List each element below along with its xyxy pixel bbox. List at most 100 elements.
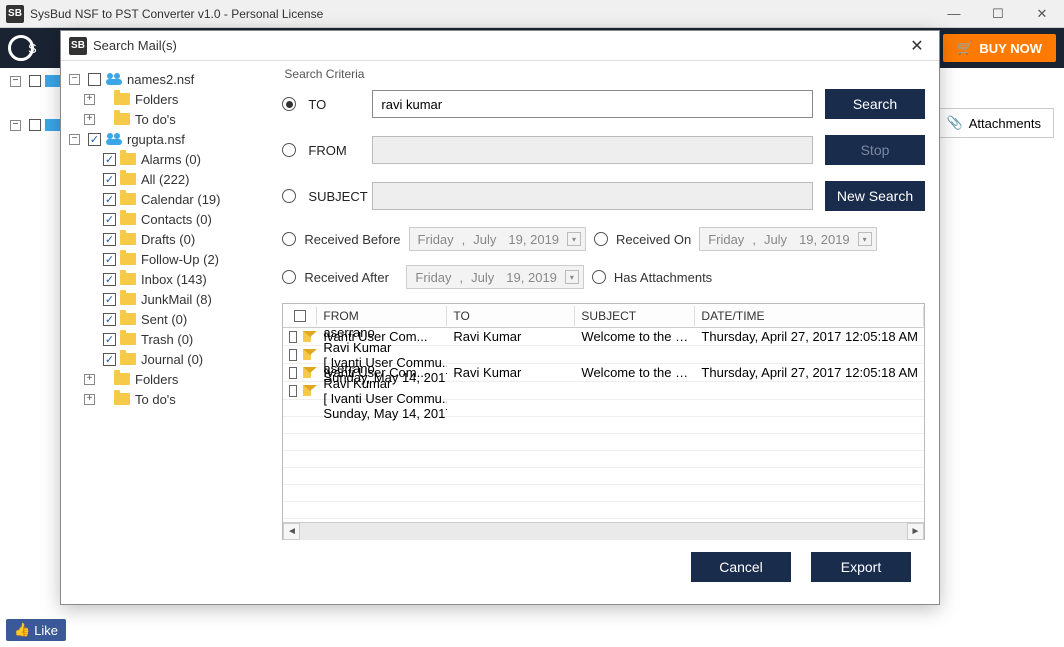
- results-rows[interactable]: Ivanti User Com...Ravi KumarWelcome to t…: [283, 328, 924, 522]
- export-button[interactable]: Export: [811, 552, 911, 582]
- expand-toggle[interactable]: +: [84, 94, 95, 105]
- received-on-radio[interactable]: [594, 232, 608, 246]
- search-button[interactable]: Search: [825, 89, 925, 119]
- subject-radio[interactable]: [282, 189, 296, 203]
- cart-icon: 🛒: [957, 40, 973, 56]
- tree-node-rgupta[interactable]: − ✓ rgupta.nsf: [69, 129, 264, 149]
- subject-input[interactable]: [372, 182, 813, 210]
- tree-checkbox[interactable]: [88, 73, 101, 86]
- stop-button[interactable]: Stop: [825, 135, 925, 165]
- tree-node[interactable]: ✓ Journal (0): [69, 349, 264, 369]
- cell-from: aserranoRavi Kumar[ Ivanti User Commu...…: [317, 361, 447, 421]
- tree-label: JunkMail (8): [141, 292, 212, 307]
- tree-checkbox[interactable]: ✓: [103, 273, 116, 286]
- tree-label: Folders: [135, 92, 178, 107]
- tree-node[interactable]: ✓ JunkMail (8): [69, 289, 264, 309]
- to-label: TO: [308, 97, 360, 112]
- col-subject[interactable]: SUBJECT: [575, 306, 695, 326]
- chevron-down-icon[interactable]: ▾: [565, 270, 579, 284]
- folder-icon: [114, 113, 130, 125]
- chevron-down-icon[interactable]: ▾: [567, 232, 581, 246]
- tree-label: Calendar (19): [141, 192, 221, 207]
- tree-checkbox[interactable]: ✓: [103, 353, 116, 366]
- folder-icon: [120, 193, 136, 205]
- tree-node-names2[interactable]: − names2.nsf: [69, 69, 264, 89]
- table-row[interactable]: aserranoRavi Kumar[ Ivanti User Commu...…: [283, 382, 924, 400]
- row-checkbox[interactable]: [289, 367, 297, 379]
- tree-checkbox[interactable]: ✓: [103, 293, 116, 306]
- tree-checkbox[interactable]: ✓: [103, 153, 116, 166]
- facebook-like-button[interactable]: 👍 Like: [6, 619, 66, 641]
- from-input[interactable]: [372, 136, 813, 164]
- tree-node[interactable]: ✓Drafts (0): [69, 229, 264, 249]
- tree-checkbox[interactable]: ✓: [103, 193, 116, 206]
- tree-checkbox[interactable]: ✓: [103, 233, 116, 246]
- horizontal-scrollbar[interactable]: ◄ ►: [283, 522, 924, 539]
- attachments-label: Attachments: [969, 116, 1041, 131]
- maximize-button[interactable]: ☐: [976, 0, 1020, 28]
- results-table: FROM TO SUBJECT DATE/TIME Ivanti User Co…: [282, 303, 925, 540]
- col-from[interactable]: FROM: [317, 306, 447, 326]
- people-icon: [105, 72, 123, 86]
- expand-toggle[interactable]: +: [84, 394, 95, 405]
- tree-checkbox[interactable]: ✓: [103, 253, 116, 266]
- tree-checkbox[interactable]: ✓: [103, 313, 116, 326]
- expand-toggle[interactable]: −: [69, 134, 80, 145]
- dialog-close-button[interactable]: ✕: [903, 32, 931, 60]
- tree-checkbox[interactable]: ✓: [103, 333, 116, 346]
- col-to[interactable]: TO: [447, 306, 575, 326]
- row-checkbox[interactable]: [289, 385, 297, 397]
- expand-toggle[interactable]: +: [84, 374, 95, 385]
- row-checkbox[interactable]: [289, 331, 297, 343]
- mail-icon: [303, 349, 311, 360]
- received-after-date[interactable]: Friday, July 19, 2019 ▾: [406, 265, 583, 289]
- to-input[interactable]: [372, 90, 813, 118]
- tree-node[interactable]: ✓ Calendar (19): [69, 189, 264, 209]
- minimize-button[interactable]: —: [932, 0, 976, 28]
- row-checkbox[interactable]: [289, 349, 297, 361]
- received-before-date[interactable]: Friday, July 19, 2019 ▾: [409, 227, 586, 251]
- tree-node[interactable]: +To do's: [69, 389, 264, 409]
- expand-toggle[interactable]: −: [69, 74, 80, 85]
- tree-node[interactable]: +To do's: [69, 109, 264, 129]
- received-before-label: Received Before: [304, 232, 400, 247]
- attachments-tab[interactable]: 📎 Attachments: [934, 108, 1054, 138]
- tree-node[interactable]: ✓Trash (0): [69, 329, 264, 349]
- tree-checkbox[interactable]: ✓: [103, 213, 116, 226]
- cancel-button[interactable]: Cancel: [691, 552, 791, 582]
- tree-node[interactable]: ✓Follow-Up (2): [69, 249, 264, 269]
- received-before-radio[interactable]: [282, 232, 296, 246]
- tree-node[interactable]: ✓All (222): [69, 169, 264, 189]
- tree-node[interactable]: ✓Contacts (0): [69, 209, 264, 229]
- scroll-right-button[interactable]: ►: [907, 523, 924, 540]
- tree-node[interactable]: +Folders: [69, 369, 264, 389]
- tree-node[interactable]: + Folders: [69, 89, 264, 109]
- tree-checkbox[interactable]: ✓: [88, 133, 101, 146]
- col-datetime[interactable]: DATE/TIME: [695, 306, 924, 326]
- tree-node[interactable]: ✓Inbox (143): [69, 269, 264, 289]
- tree-label: Journal (0): [141, 352, 203, 367]
- to-radio[interactable]: [282, 97, 296, 111]
- scroll-left-button[interactable]: ◄: [283, 523, 300, 540]
- mail-icon: [303, 385, 311, 396]
- select-all-checkbox[interactable]: [294, 310, 306, 322]
- close-button[interactable]: ✕: [1020, 0, 1064, 28]
- has-attachments-radio[interactable]: [592, 270, 606, 284]
- received-on-date[interactable]: Friday, July 19, 2019 ▾: [699, 227, 876, 251]
- buy-now-button[interactable]: 🛒 BUY NOW: [943, 34, 1056, 62]
- cell-to: Ravi Kumar: [447, 365, 575, 380]
- tree-node[interactable]: ✓Sent (0): [69, 309, 264, 329]
- mailbox-tree[interactable]: − names2.nsf + Folders +To do's − ✓ rgupta…: [61, 61, 268, 604]
- dialog-titlebar: SB Search Mail(s) ✕: [61, 31, 939, 61]
- mail-icon: [303, 331, 311, 342]
- folder-icon: [120, 253, 136, 265]
- cell-datetime: Thursday, April 27, 2017 12:05:18 AM: [695, 329, 924, 344]
- tree-checkbox[interactable]: ✓: [103, 173, 116, 186]
- new-search-button[interactable]: New Search: [825, 181, 925, 211]
- tree-node[interactable]: ✓Alarms (0): [69, 149, 264, 169]
- expand-toggle[interactable]: +: [84, 114, 95, 125]
- received-after-radio[interactable]: [282, 270, 296, 284]
- chevron-down-icon[interactable]: ▾: [858, 232, 872, 246]
- scroll-track[interactable]: [300, 523, 907, 540]
- from-radio[interactable]: [282, 143, 296, 157]
